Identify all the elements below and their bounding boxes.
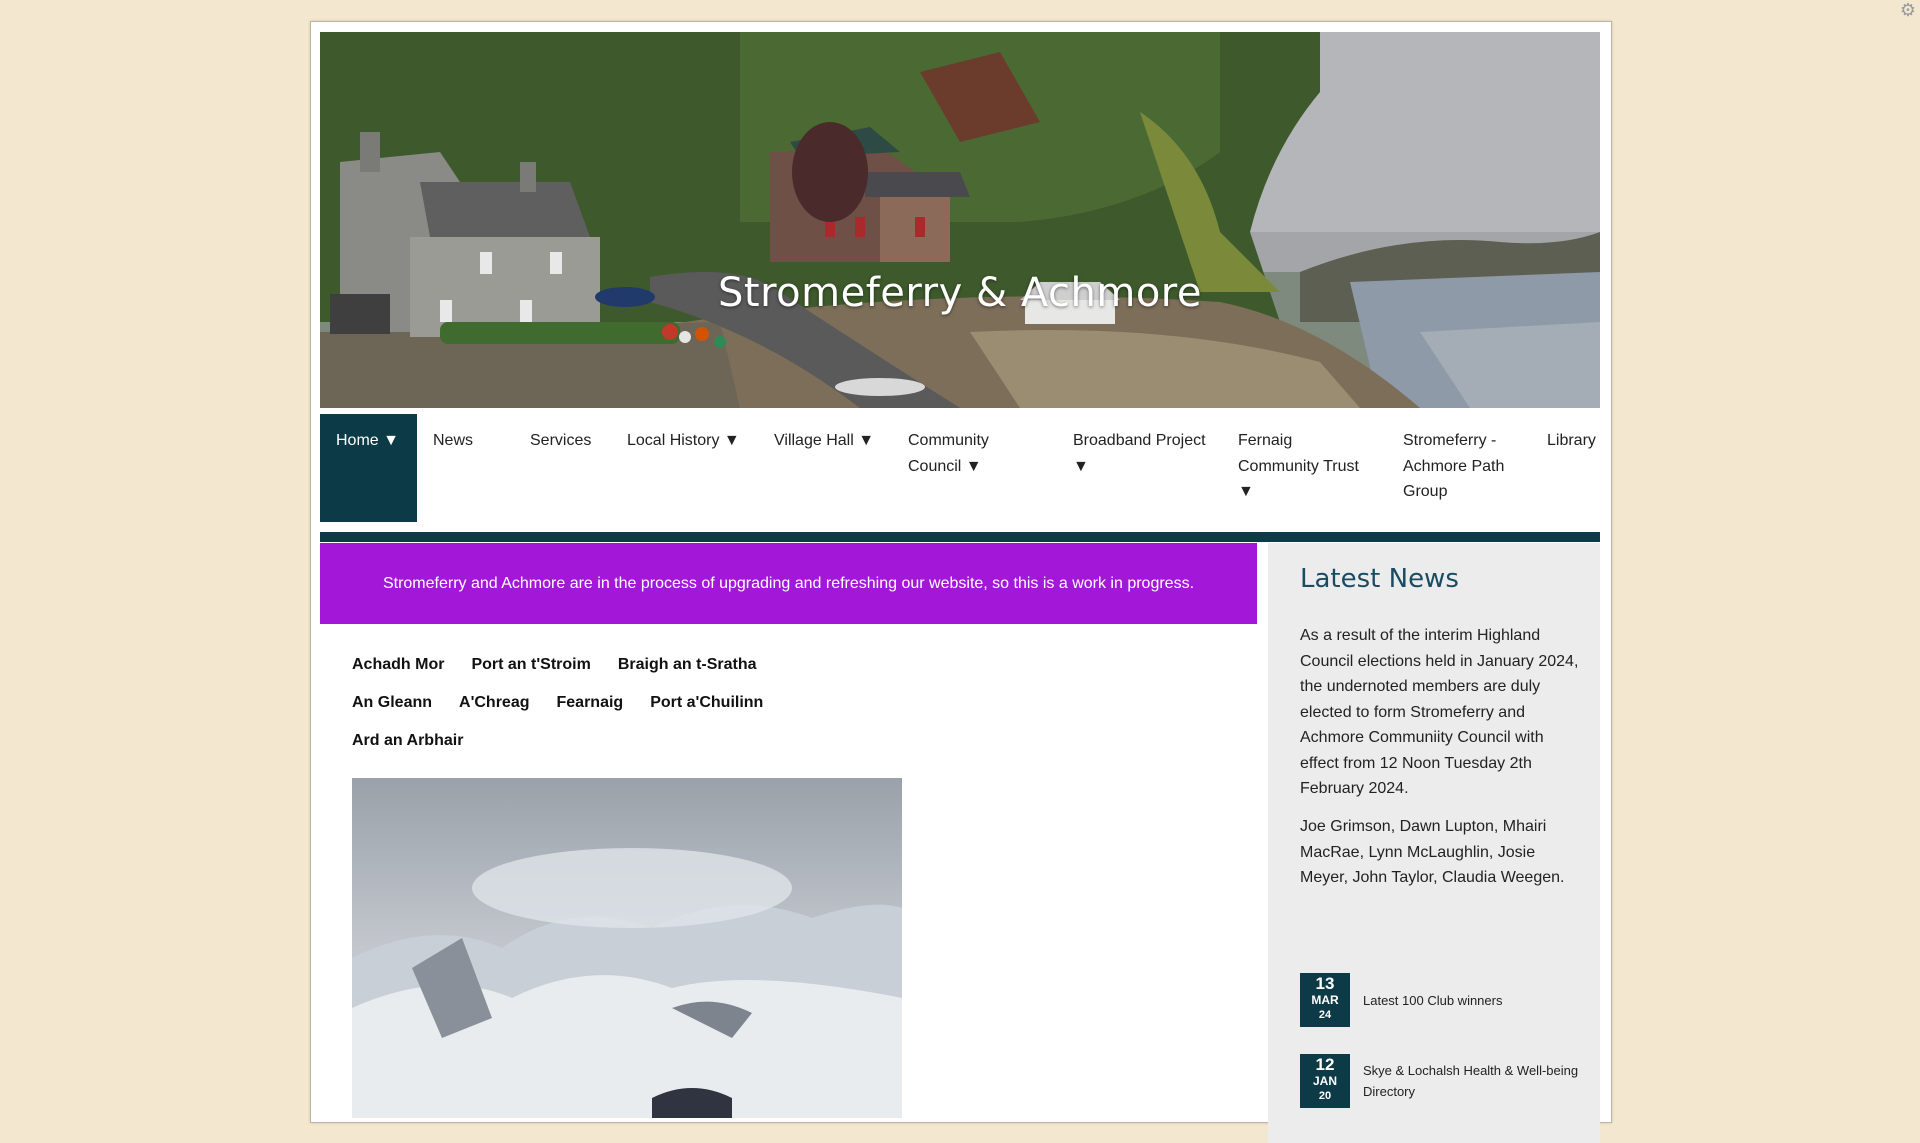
news-item[interactable]: 12 JAN 20 Skye & Lochalsh Health & Well-… [1300, 1054, 1590, 1108]
notice-banner: Stromeferry and Achmore are in the proce… [320, 543, 1257, 624]
place-link[interactable]: Braigh an t-Sratha [618, 654, 757, 676]
place-link[interactable]: An Gleann [352, 692, 432, 714]
site-title: Stromeferry & Achmore [718, 270, 1202, 316]
landscape-illustration [320, 32, 1600, 408]
date-year: 20 [1318, 1090, 1332, 1102]
header-image: Stromeferry & Achmore [320, 32, 1600, 408]
place-link[interactable]: A'Chreag [459, 692, 529, 714]
latest-news-heading: Latest News [1300, 564, 1459, 594]
nav-item-library[interactable]: Library [1547, 414, 1600, 522]
news-link[interactable]: Latest 100 Club winners [1363, 990, 1502, 1011]
nav-item-broadband-project[interactable]: Broadband Project ▼ [1057, 414, 1222, 522]
place-links: Achadh Mor Port an t'Stroim Braigh an t-… [352, 654, 1252, 768]
date-badge: 13 MAR 24 [1300, 973, 1350, 1027]
sidebar: Latest News As a result of the interim H… [1268, 543, 1600, 1143]
nav-item-community-council[interactable]: Community Council ▼ [892, 414, 1057, 522]
news-paragraph: As a result of the interim Highland Coun… [1300, 627, 1579, 797]
page-container: Stromeferry & Achmore Home ▼ News Servic… [310, 21, 1612, 1143]
place-link[interactable]: Achadh Mor [352, 654, 444, 676]
place-row: Achadh Mor Port an t'Stroim Braigh an t-… [352, 654, 1252, 676]
main-navigation: Home ▼ News Services Local History ▼ Vil… [320, 414, 1600, 542]
date-month: MAR [1311, 993, 1339, 1007]
place-link[interactable]: Port a'Chuilinn [650, 692, 763, 714]
place-link[interactable]: Ard an Arbhair [352, 730, 463, 752]
date-day: 13 [1315, 974, 1335, 993]
news-item[interactable]: 13 MAR 24 Latest 100 Club winners [1300, 973, 1590, 1027]
place-row: An Gleann A'Chreag Fearnaig Port a'Chuil… [352, 692, 1252, 714]
date-badge: 12 JAN 20 [1300, 1054, 1350, 1108]
date-year: 24 [1318, 1009, 1332, 1021]
nav-item-fernaig-community-trust[interactable]: Fernaig Community Trust ▼ [1222, 414, 1387, 522]
snowy-mountain-illustration [352, 778, 902, 1118]
nav-item-home[interactable]: Home ▼ [320, 414, 417, 522]
place-link[interactable]: Fearnaig [557, 692, 624, 714]
date-day: 12 [1315, 1055, 1335, 1074]
news-link[interactable]: Skye & Lochalsh Health & Well-being Dire… [1363, 1060, 1590, 1102]
settings-icon[interactable]: ⚙ [1900, 0, 1916, 21]
nav-item-path-group[interactable]: Stromeferry - Achmore Path Group [1387, 414, 1547, 522]
nav-item-services[interactable]: Services [514, 414, 611, 522]
mountain-photo [352, 778, 902, 1118]
nav-item-news[interactable]: News [417, 414, 514, 522]
place-row: Ard an Arbhair [352, 730, 1252, 752]
notice-text: Stromeferry and Achmore are in the proce… [382, 574, 1195, 592]
council-members-paragraph: Joe Grimson, Dawn Lupton, Mhairi MacRae,… [1300, 818, 1565, 886]
place-link[interactable]: Port an t'Stroim [471, 654, 590, 676]
nav-item-local-history[interactable]: Local History ▼ [611, 414, 758, 522]
date-month: JAN [1312, 1074, 1337, 1088]
nav-item-village-hall[interactable]: Village Hall ▼ [758, 414, 892, 522]
